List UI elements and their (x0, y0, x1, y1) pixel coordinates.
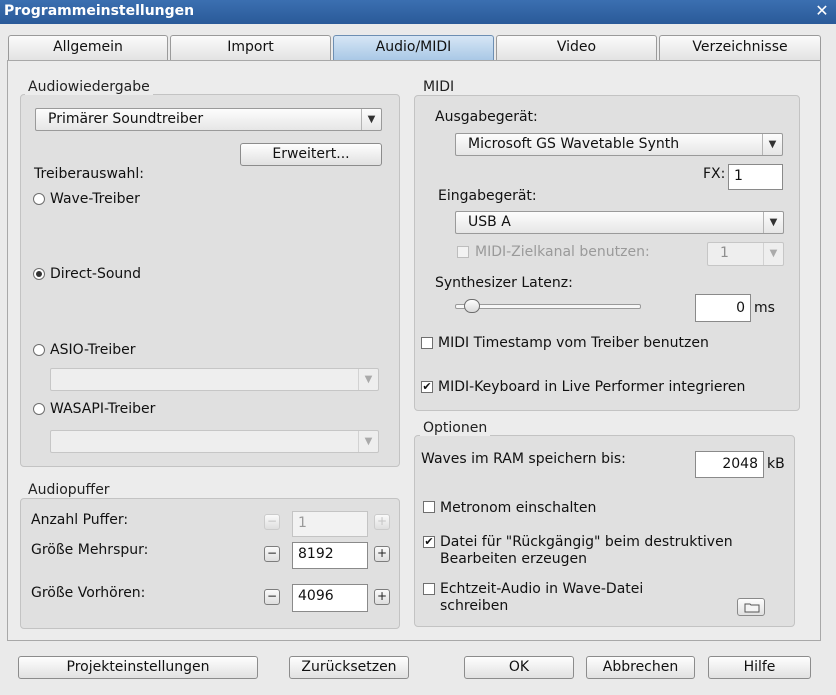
direct-sound-radio[interactable] (33, 268, 45, 280)
fx-label: FX: (703, 166, 726, 182)
realtime-audio-checkbox[interactable] (423, 583, 435, 595)
close-icon[interactable]: ✕ (812, 1, 832, 21)
direct-sound-label[interactable]: Direct-Sound (50, 266, 141, 282)
tab-verzeichnisse[interactable]: Verzeichnisse (659, 35, 821, 60)
tab-allgemein[interactable]: Allgemein (8, 35, 168, 60)
check-icon: ✔ (422, 380, 432, 393)
fx-field[interactable]: 1 (728, 164, 783, 190)
options-group-label: Optionen (420, 420, 491, 436)
advanced-button[interactable]: Erweitert... (240, 143, 382, 166)
preview-size-increment[interactable]: + (374, 589, 390, 605)
sound-driver-combo[interactable]: Primärer Soundtreiber ▼ (35, 108, 382, 131)
metronome-checkbox[interactable] (423, 501, 435, 513)
multitrack-size-decrement[interactable]: − (264, 546, 280, 562)
target-channel-combo[interactable]: 1 ▼ (707, 242, 784, 266)
waves-ram-field[interactable]: 2048 (695, 451, 764, 478)
check-icon: ✔ (424, 535, 434, 548)
realtime-audio-label-line1[interactable]: Echtzeit-Audio in Wave-Datei (440, 581, 643, 597)
browse-folder-button[interactable] (737, 598, 765, 616)
waves-ram-label: Waves im RAM speichern bis: (421, 451, 626, 467)
buffer-count-increment[interactable]: + (374, 514, 390, 530)
realtime-audio-label-line2[interactable]: schreiben (440, 598, 508, 614)
chevron-down-icon: ▼ (762, 134, 782, 155)
keyboard-checkbox[interactable]: ✔ (421, 381, 433, 393)
wasapi-driver-label[interactable]: WASAPI-Treiber (50, 401, 155, 417)
driver-selection-label: Treiberauswahl: (34, 166, 144, 182)
chevron-down-icon: ▼ (763, 212, 783, 233)
tab-import[interactable]: Import (170, 35, 331, 60)
undo-file-label-line1[interactable]: Datei für "Rückgängig" beim destruktiven (440, 534, 733, 550)
timestamp-checkbox[interactable] (421, 337, 433, 349)
help-button[interactable]: Hilfe (708, 656, 811, 679)
undo-file-checkbox[interactable]: ✔ (423, 536, 435, 548)
synth-latency-label: Synthesizer Latenz: (435, 275, 573, 291)
chevron-down-icon: ▼ (361, 109, 381, 130)
ok-button[interactable]: OK (464, 656, 574, 679)
preview-size-label: Größe Vorhören: (31, 585, 146, 601)
multitrack-size-label: Größe Mehrspur: (31, 542, 149, 558)
output-device-label: Ausgabegerät: (435, 109, 538, 125)
preview-size-decrement[interactable]: − (264, 589, 280, 605)
project-settings-button[interactable]: Projekteinstellungen (18, 656, 258, 679)
title-bar: Programmeinstellungen ✕ (0, 0, 836, 24)
wasapi-device-combo[interactable]: ▼ (50, 430, 379, 453)
latency-slider-track[interactable] (455, 304, 641, 309)
preview-size-field[interactable]: 4096 (292, 584, 368, 612)
reset-button[interactable]: Zurücksetzen (289, 656, 409, 679)
audio-buffer-group-label: Audiopuffer (25, 482, 113, 498)
tab-video[interactable]: Video (496, 35, 657, 60)
cancel-button[interactable]: Abbrechen (586, 656, 695, 679)
target-channel-value: 1 (720, 245, 729, 261)
multitrack-size-field[interactable]: 8192 (292, 542, 368, 569)
chevron-down-icon: ▼ (763, 243, 783, 265)
buffer-count-label: Anzahl Puffer: (31, 512, 129, 528)
window-title: Programmeinstellungen (4, 3, 195, 19)
wave-driver-label[interactable]: Wave-Treiber (50, 191, 140, 207)
keyboard-label[interactable]: MIDI-Keyboard in Live Performer integrie… (438, 379, 745, 395)
asio-driver-label[interactable]: ASIO-Treiber (50, 342, 135, 358)
wave-driver-radio[interactable] (33, 193, 45, 205)
input-device-label: Eingabegerät: (438, 188, 537, 204)
multitrack-size-increment[interactable]: + (374, 546, 390, 562)
asio-device-combo[interactable]: ▼ (50, 368, 379, 391)
buffer-count-field[interactable]: 1 (292, 511, 368, 537)
sound-driver-value: Primärer Soundtreiber (48, 111, 204, 127)
wasapi-driver-radio[interactable] (33, 403, 45, 415)
latency-unit: ms (754, 300, 775, 316)
chevron-down-icon: ▼ (358, 431, 378, 452)
input-device-value: USB A (468, 214, 511, 230)
target-channel-label: MIDI-Zielkanal benutzen: (475, 244, 650, 260)
midi-group-label: MIDI (420, 79, 458, 95)
waves-ram-unit: kB (767, 456, 785, 472)
output-device-value: Microsoft GS Wavetable Synth (468, 136, 680, 152)
latency-field[interactable]: 0 (695, 294, 751, 322)
input-device-combo[interactable]: USB A ▼ (455, 211, 784, 234)
folder-icon (744, 603, 760, 613)
audio-playback-group-label: Audiowiedergabe (25, 79, 153, 95)
metronome-label[interactable]: Metronom einschalten (440, 500, 596, 516)
target-channel-checkbox[interactable] (457, 246, 469, 258)
tab-audio-midi[interactable]: Audio/MIDI (333, 35, 494, 60)
latency-slider-thumb[interactable] (463, 299, 480, 313)
chevron-down-icon: ▼ (358, 369, 378, 390)
undo-file-label-line2[interactable]: Bearbeiten erzeugen (440, 551, 587, 567)
output-device-combo[interactable]: Microsoft GS Wavetable Synth ▼ (455, 133, 783, 156)
timestamp-label[interactable]: MIDI Timestamp vom Treiber benutzen (438, 335, 709, 351)
asio-driver-radio[interactable] (33, 344, 45, 356)
buffer-count-decrement[interactable]: − (264, 514, 280, 530)
